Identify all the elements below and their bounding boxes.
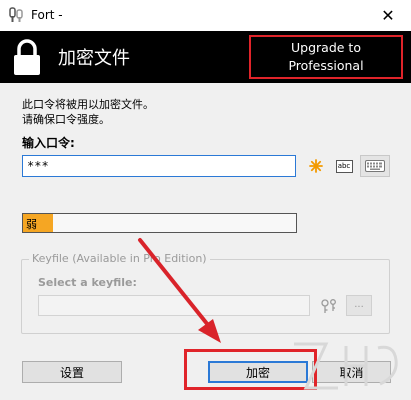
star-generate-icon [309,159,323,173]
keyfile-legend: Keyfile (Available in Pro Edition) [29,252,210,265]
close-icon: ✕ [381,6,395,25]
password-label: 输入口令: [22,136,75,150]
watermark-logo [294,342,398,390]
window-title: Fort - [31,8,63,22]
show-password-button[interactable]: abc [333,155,355,177]
close-button[interactable]: ✕ [365,0,411,31]
browse-keyfile-button: ... [346,295,372,316]
upgrade-line-2: Professional [288,58,364,73]
generate-password-button[interactable] [305,155,327,177]
settings-button[interactable]: 设置 [22,361,122,383]
keyboard-icon [365,160,385,172]
password-input[interactable]: *** [22,155,296,177]
abc-icon: abc [335,159,353,173]
key-icon [321,298,336,313]
app-key-icon [9,7,23,22]
virtual-keyboard-button[interactable] [360,155,390,177]
keyfile-input [38,295,310,316]
upgrade-line-1: Upgrade to [291,40,361,55]
lock-icon [14,39,40,75]
title-bar: Fort - ✕ [0,0,411,31]
page-title: 加密文件 [58,48,130,69]
description: 此口令将被用以加密文件。 请确保口令强度。 [22,97,154,127]
keyfile-select-label: Select a keyfile: [38,276,137,289]
description-line-2: 请确保口令强度。 [22,113,110,126]
generate-keyfile-button [318,295,340,316]
description-line-1: 此口令将被用以加密文件。 [22,98,154,111]
upgrade-button[interactable]: Upgrade to Professional [249,35,403,79]
header-banner: 加密文件 Upgrade to Professional [0,31,411,83]
password-strength-meter: 弱 [22,213,297,233]
strength-label: 弱 [26,218,37,231]
